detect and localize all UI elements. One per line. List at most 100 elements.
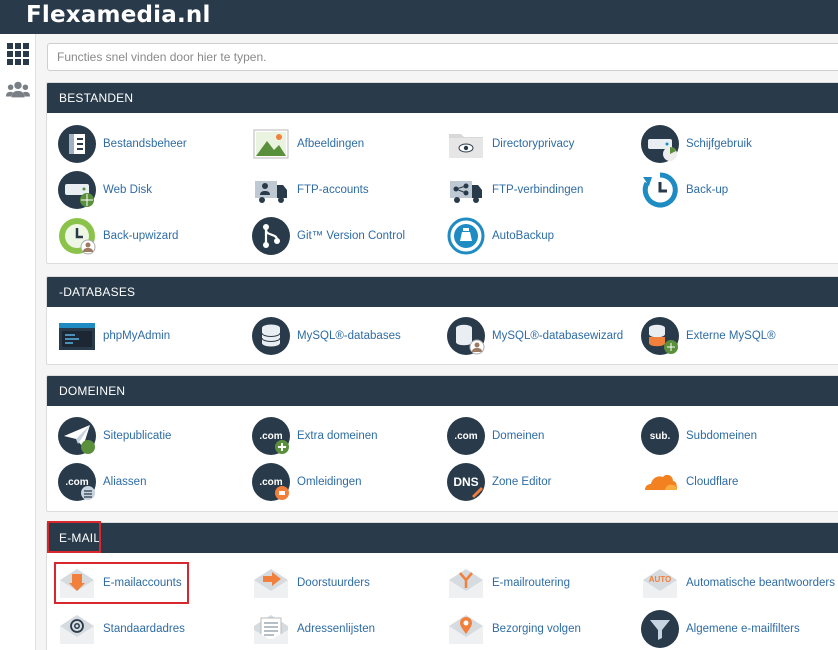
remote-mysql-icon (641, 317, 679, 355)
panel-bestanden: BESTANDEN Bestandsbeheer Afbeeldingen Di… (46, 82, 838, 264)
item-file-manager[interactable]: Bestandsbeheer (58, 125, 187, 163)
panel-title-databases: -DATABASES (47, 277, 838, 307)
item-git[interactable]: Git™ Version Control (252, 217, 405, 255)
item-aliases[interactable]: .com Aliassen (58, 463, 146, 501)
badge-text: .com (259, 431, 282, 442)
item-zone-editor[interactable]: DNS Zone Editor (447, 463, 551, 501)
item-label: Back-up (686, 184, 729, 196)
autobackup-icon (447, 217, 485, 255)
email-routing-icon (447, 564, 485, 602)
item-label: Back-upwizard (103, 230, 179, 242)
backup-icon (641, 171, 679, 209)
item-email-routing[interactable]: E-mailroutering (447, 564, 570, 602)
item-label: Git™ Version Control (297, 230, 406, 242)
sidebar (0, 34, 36, 650)
item-autoresponders[interactable]: AUTO Automatische beantwoorders (641, 564, 835, 602)
mysql-wizard-icon (447, 317, 485, 355)
domains-icon: .com (447, 417, 485, 455)
subdomains-icon: sub. (641, 417, 679, 455)
item-label: Adressenlijsten (297, 623, 375, 635)
item-label: Bestandsbeheer (103, 138, 187, 150)
item-label: Schijfgebruik (686, 138, 752, 150)
item-label: Omleidingen (297, 476, 362, 488)
item-label: Automatische beantwoorders (686, 577, 835, 589)
default-address-icon (58, 610, 96, 648)
phpmyadmin-icon (58, 317, 96, 355)
item-global-email-filters[interactable]: Algemene e-mailfilters (641, 610, 800, 648)
item-label: FTP-accounts (297, 184, 369, 196)
item-mysql-wizard[interactable]: MySQL®-databasewizard (447, 317, 623, 355)
aliases-icon: .com (58, 463, 96, 501)
item-label: Directoryprivacy (492, 138, 575, 150)
item-images[interactable]: Afbeeldingen (252, 125, 364, 163)
item-addon-domains[interactable]: .com Extra domeinen (252, 417, 378, 455)
panel-title-bestanden: BESTANDEN (47, 83, 838, 113)
users-icon[interactable] (6, 78, 30, 102)
item-label: Afbeeldingen (297, 138, 365, 150)
item-label: AutoBackup (492, 230, 555, 242)
highlight-email-accounts (54, 562, 189, 604)
item-label: Web Disk (103, 184, 152, 196)
item-label: Extra domeinen (297, 430, 378, 442)
item-label: FTP-verbindingen (492, 184, 584, 196)
item-label: Subdomeinen (686, 430, 757, 442)
global-email-filters-icon (641, 610, 679, 648)
item-autobackup[interactable]: AutoBackup (447, 217, 554, 255)
zone-editor-icon: DNS (447, 463, 485, 501)
item-label: phpMyAdmin (103, 330, 171, 342)
backup-wizard-icon (58, 217, 96, 255)
git-icon (252, 217, 290, 255)
addon-domains-icon: .com (252, 417, 290, 455)
item-track-delivery[interactable]: Bezorging volgen (447, 610, 581, 648)
item-directory-privacy[interactable]: Directoryprivacy (447, 125, 574, 163)
item-phpmyadmin[interactable]: phpMyAdmin (58, 317, 170, 355)
item-subdomains[interactable]: sub. Subdomeinen (641, 417, 757, 455)
autoresponders-icon: AUTO (641, 564, 679, 602)
item-web-disk[interactable]: Web Disk (58, 171, 152, 209)
item-label: Sitepublicatie (103, 430, 172, 442)
item-mailing-lists[interactable]: Adressenlijsten (252, 610, 375, 648)
item-site-publisher[interactable]: Sitepublicatie (58, 417, 171, 455)
cloudflare-icon (641, 463, 679, 501)
mailing-lists-icon (252, 610, 290, 648)
ftp-accounts-icon (252, 171, 290, 209)
item-ftp-connections[interactable]: FTP-verbindingen (447, 171, 583, 209)
forwarders-icon (252, 564, 290, 602)
badge-text: DNS (453, 475, 478, 489)
item-label: Doorstuurders (297, 577, 370, 589)
item-backup-wizard[interactable]: Back-upwizard (58, 217, 178, 255)
highlight-email-heading (47, 521, 101, 553)
item-label: Domeinen (492, 430, 545, 442)
track-delivery-icon (447, 610, 485, 648)
site-publisher-icon (58, 417, 96, 455)
badge-text: .com (65, 477, 88, 488)
item-label: MySQL®-databases (297, 330, 401, 342)
item-label: E-mailroutering (492, 577, 570, 589)
item-label: Cloudflare (686, 476, 739, 488)
item-disk-usage[interactable]: Schijfgebruik (641, 125, 752, 163)
item-default-address[interactable]: Standaardadres (58, 610, 185, 648)
item-remote-mysql[interactable]: Externe MySQL® (641, 317, 776, 355)
grid-icon[interactable] (6, 42, 30, 66)
item-label: Bezorging volgen (492, 623, 581, 635)
directory-privacy-icon (447, 125, 485, 163)
panel-databases: -DATABASES phpMyAdmin MySQL®-databases M… (46, 276, 838, 365)
mysql-databases-icon (252, 317, 290, 355)
brand-logo[interactable]: Flexamedia.nl (26, 2, 211, 28)
item-ftp-accounts[interactable]: FTP-accounts (252, 171, 369, 209)
item-redirects[interactable]: .com Omleidingen (252, 463, 362, 501)
badge-text: sub. (650, 431, 671, 442)
item-label: Aliassen (103, 476, 147, 488)
panel-title-domeinen: DOMEINEN (47, 376, 838, 406)
item-mysql-databases[interactable]: MySQL®-databases (252, 317, 401, 355)
item-cloudflare[interactable]: Cloudflare (641, 463, 738, 501)
item-backup[interactable]: Back-up (641, 171, 728, 209)
badge-text: .com (259, 477, 282, 488)
item-domains[interactable]: .com Domeinen (447, 417, 544, 455)
search-input[interactable] (47, 43, 838, 71)
item-forwarders[interactable]: Doorstuurders (252, 564, 370, 602)
redirects-icon: .com (252, 463, 290, 501)
panel-title-email: E-MAIL (47, 523, 838, 553)
badge-text: AUTO (649, 575, 672, 584)
item-label: MySQL®-databasewizard (492, 330, 624, 342)
